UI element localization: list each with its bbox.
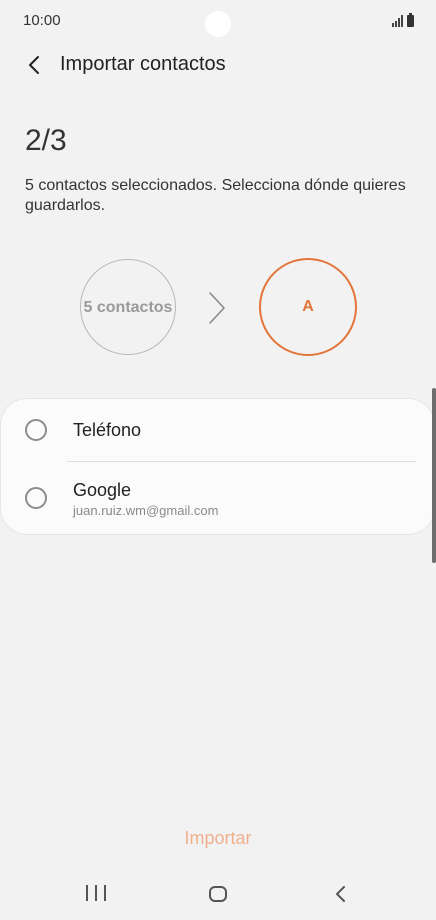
storage-options-card: Teléfono Google juan.ruiz.wm@gmail.com [1, 399, 434, 534]
nav-back-icon[interactable] [332, 884, 350, 904]
source-label: 5 contactos [83, 298, 173, 316]
option-google-label: Google [73, 480, 132, 500]
status-icons [392, 13, 414, 27]
import-button[interactable]: Importar [0, 828, 436, 849]
navigation-bar [0, 870, 436, 920]
battery-icon [407, 13, 414, 27]
status-bar: 10:00 [0, 0, 436, 40]
target-label: A [302, 298, 314, 315]
radio-google[interactable] [25, 487, 47, 509]
step-description: 5 contactos seleccionados. Selecciona dó… [25, 177, 406, 214]
status-time: 10:00 [23, 12, 61, 29]
home-icon[interactable] [209, 886, 227, 902]
option-google-account: juan.ruiz.wm@gmail.com [73, 503, 219, 518]
step-counter: 2/3 [25, 124, 67, 157]
recent-apps-icon[interactable] [86, 885, 106, 903]
back-arrow-icon [29, 56, 39, 74]
source-circle: 5 contactos [80, 259, 176, 355]
app-header: Importar contactos [0, 44, 436, 86]
radio-phone[interactable] [25, 419, 47, 441]
option-phone[interactable]: Teléfono [1, 399, 434, 462]
target-circle: A [259, 258, 357, 356]
camera-cutout [205, 11, 231, 37]
chevron-right-icon [209, 292, 225, 324]
signal-icon [392, 15, 403, 27]
option-phone-label: Teléfono [73, 420, 142, 440]
scroll-indicator[interactable] [432, 388, 436, 563]
option-google[interactable]: Google juan.ruiz.wm@gmail.com [1, 462, 434, 534]
page-title: Importar contactos [60, 53, 226, 75]
back-button[interactable] [18, 49, 50, 81]
